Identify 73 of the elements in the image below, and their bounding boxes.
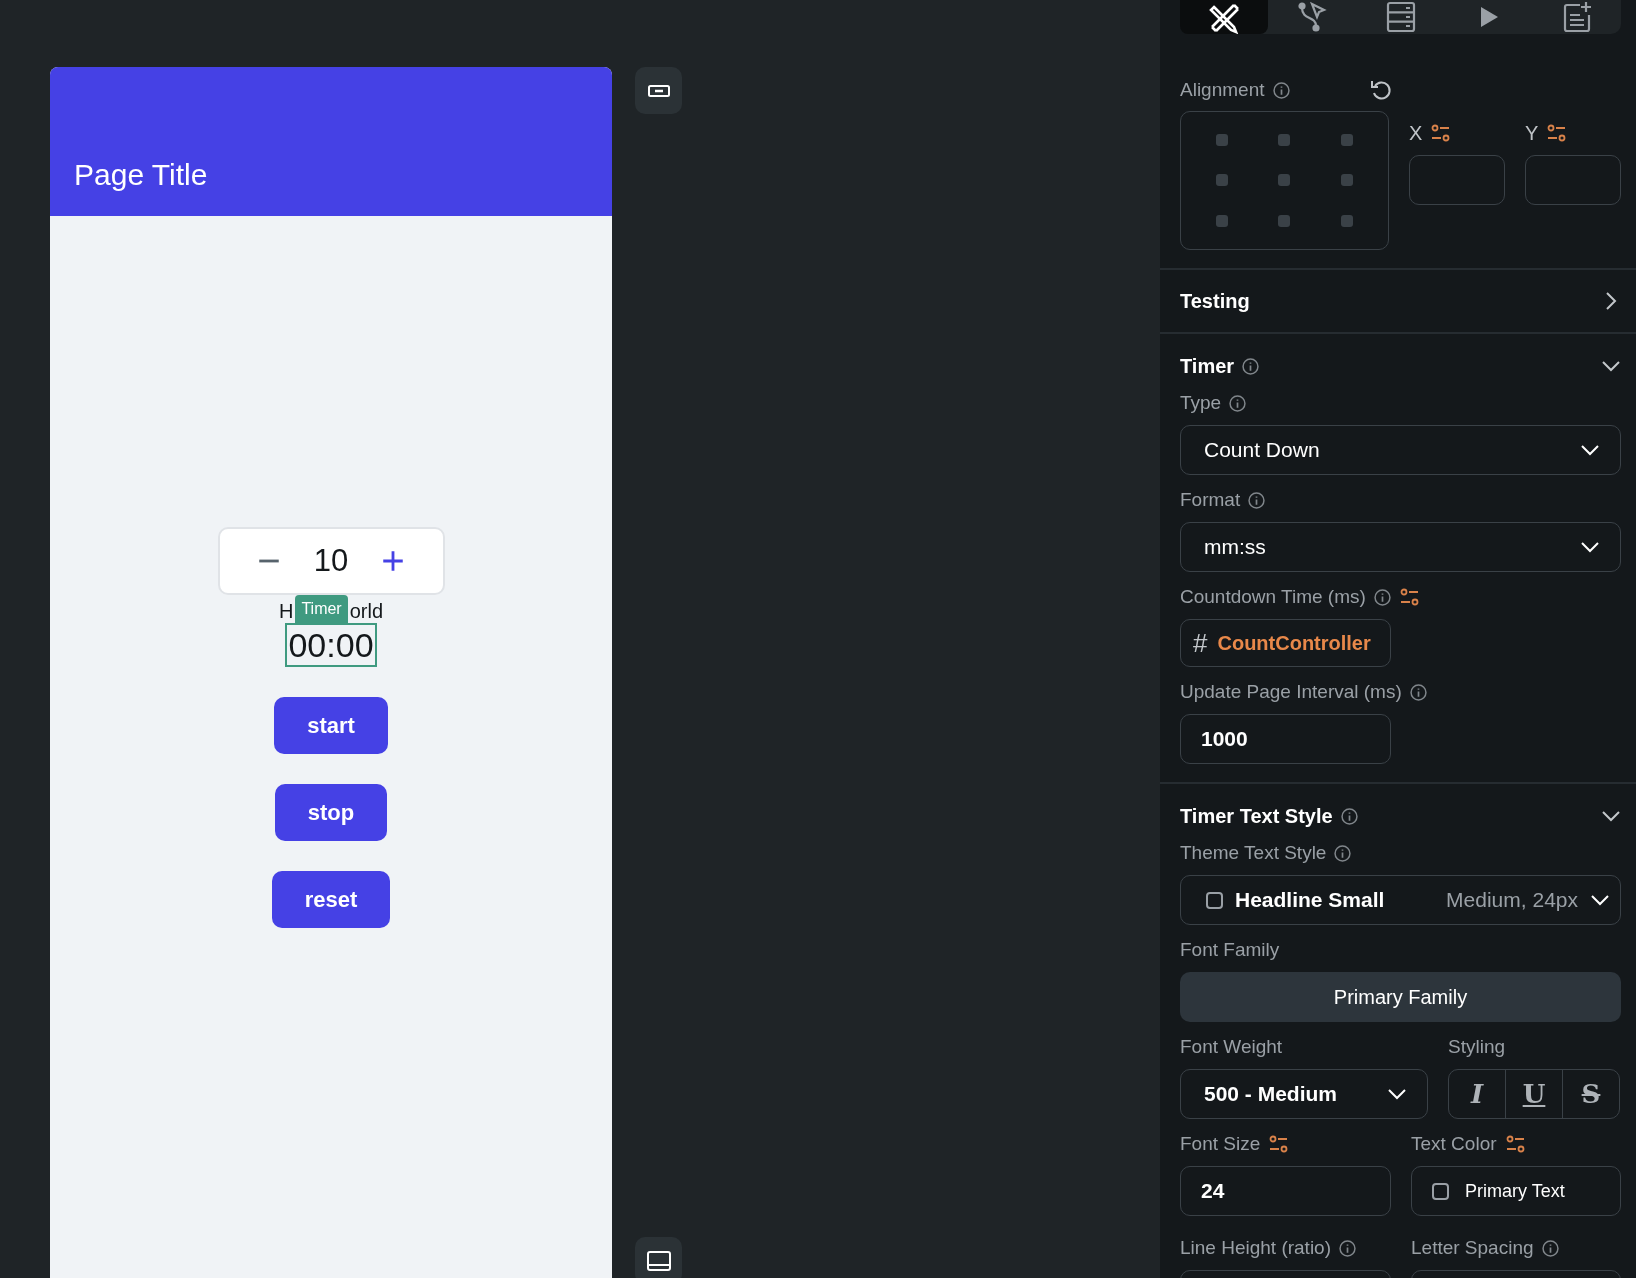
- page-title: Page Title: [74, 158, 208, 192]
- type-dropdown[interactable]: Count Down: [1180, 425, 1621, 475]
- info-icon[interactable]: [1248, 491, 1266, 509]
- info-icon[interactable]: [1272, 81, 1290, 99]
- style-toggle[interactable]: I: [1449, 1070, 1505, 1118]
- style-toggle[interactable]: U: [1505, 1070, 1562, 1118]
- field-label: Text Color: [1411, 1133, 1497, 1155]
- text-color-field[interactable]: Primary Text: [1411, 1166, 1621, 1216]
- action-button[interactable]: start: [274, 697, 388, 754]
- field-label: X: [1409, 121, 1423, 145]
- section-title: Testing: [1180, 289, 1250, 313]
- field-label: Letter Spacing: [1411, 1237, 1534, 1259]
- y-input[interactable]: [1525, 155, 1621, 205]
- timer-tag: Timer: [295, 595, 348, 623]
- field-label: Update Page Interval (ms): [1180, 681, 1402, 703]
- variable-icon[interactable]: [1398, 588, 1421, 606]
- variable-name: CountController: [1217, 631, 1371, 655]
- panel-icon: [646, 1250, 671, 1271]
- style-toggle[interactable]: S: [1562, 1070, 1619, 1118]
- field-label: Font Size: [1180, 1133, 1261, 1155]
- keyboard-icon: [647, 84, 670, 97]
- field-label: Type: [1180, 392, 1222, 414]
- format-dropdown[interactable]: mm:ss: [1180, 522, 1621, 572]
- branch-cursor-icon: [1296, 1, 1329, 33]
- field-label: Font Family: [1180, 939, 1280, 961]
- toolbar-tab[interactable]: [1180, 0, 1269, 34]
- checkbox[interactable]: [1432, 1182, 1449, 1200]
- hello-text: orld: [349, 599, 384, 623]
- info-icon[interactable]: [1229, 394, 1247, 412]
- play-icon: [1478, 6, 1499, 28]
- interval-input[interactable]: 1000: [1180, 714, 1391, 764]
- action-button[interactable]: stop: [274, 784, 388, 841]
- info-icon[interactable]: [1340, 807, 1358, 825]
- font-weight-dropdown[interactable]: 500 - Medium: [1180, 1069, 1428, 1119]
- field-label: Y: [1525, 121, 1539, 145]
- x-input[interactable]: [1409, 155, 1505, 205]
- theme-style-dropdown[interactable]: Headline Small Medium, 24px: [1180, 875, 1621, 925]
- action-button[interactable]: reset: [271, 871, 391, 928]
- font-family-button[interactable]: Primary Family: [1180, 972, 1621, 1022]
- field-label: Line Height (ratio): [1180, 1237, 1332, 1259]
- theme-style-name: Headline Small: [1235, 888, 1385, 912]
- info-icon[interactable]: [1339, 1239, 1357, 1257]
- field-label: Theme Text Style: [1180, 842, 1327, 864]
- info-icon[interactable]: [1334, 844, 1352, 862]
- info-icon[interactable]: [1242, 357, 1260, 375]
- field-label: Font Weight: [1180, 1036, 1283, 1058]
- field-label: Styling: [1448, 1036, 1506, 1058]
- field-label: Countdown Time (ms): [1180, 586, 1366, 608]
- timer-text[interactable]: 00:00: [285, 623, 377, 667]
- checkbox[interactable]: [1206, 891, 1223, 909]
- section-title: Timer: [1180, 354, 1235, 378]
- add-note-icon: [1561, 1, 1592, 33]
- field-label: Format: [1180, 489, 1241, 511]
- section-header[interactable]: Timer Text Style: [1180, 804, 1621, 828]
- variable-chip[interactable]: # CountController: [1180, 619, 1391, 667]
- theme-style-detail: Medium, 24px: [1446, 888, 1578, 912]
- section-title: Timer Text Style: [1180, 804, 1333, 828]
- field-label: Alignment: [1180, 79, 1265, 101]
- info-icon[interactable]: [1409, 683, 1427, 701]
- section-header[interactable]: Timer: [1180, 354, 1621, 378]
- info-icon[interactable]: [1373, 588, 1391, 606]
- counter-value: 10: [313, 543, 349, 579]
- font-size-input[interactable]: 24: [1180, 1166, 1391, 1216]
- info-icon[interactable]: [1541, 1239, 1559, 1257]
- side-button[interactable]: [635, 67, 682, 114]
- color-name: Primary Text: [1465, 1180, 1565, 1202]
- hello-text: H: [278, 599, 294, 623]
- side-button[interactable]: [635, 1237, 682, 1278]
- hash-symbol: #: [1193, 627, 1208, 659]
- section-header[interactable]: Testing: [1180, 270, 1621, 332]
- variable-icon[interactable]: [1504, 1135, 1527, 1153]
- reset-icon[interactable]: [1369, 79, 1392, 101]
- database-icon: [1385, 1, 1416, 33]
